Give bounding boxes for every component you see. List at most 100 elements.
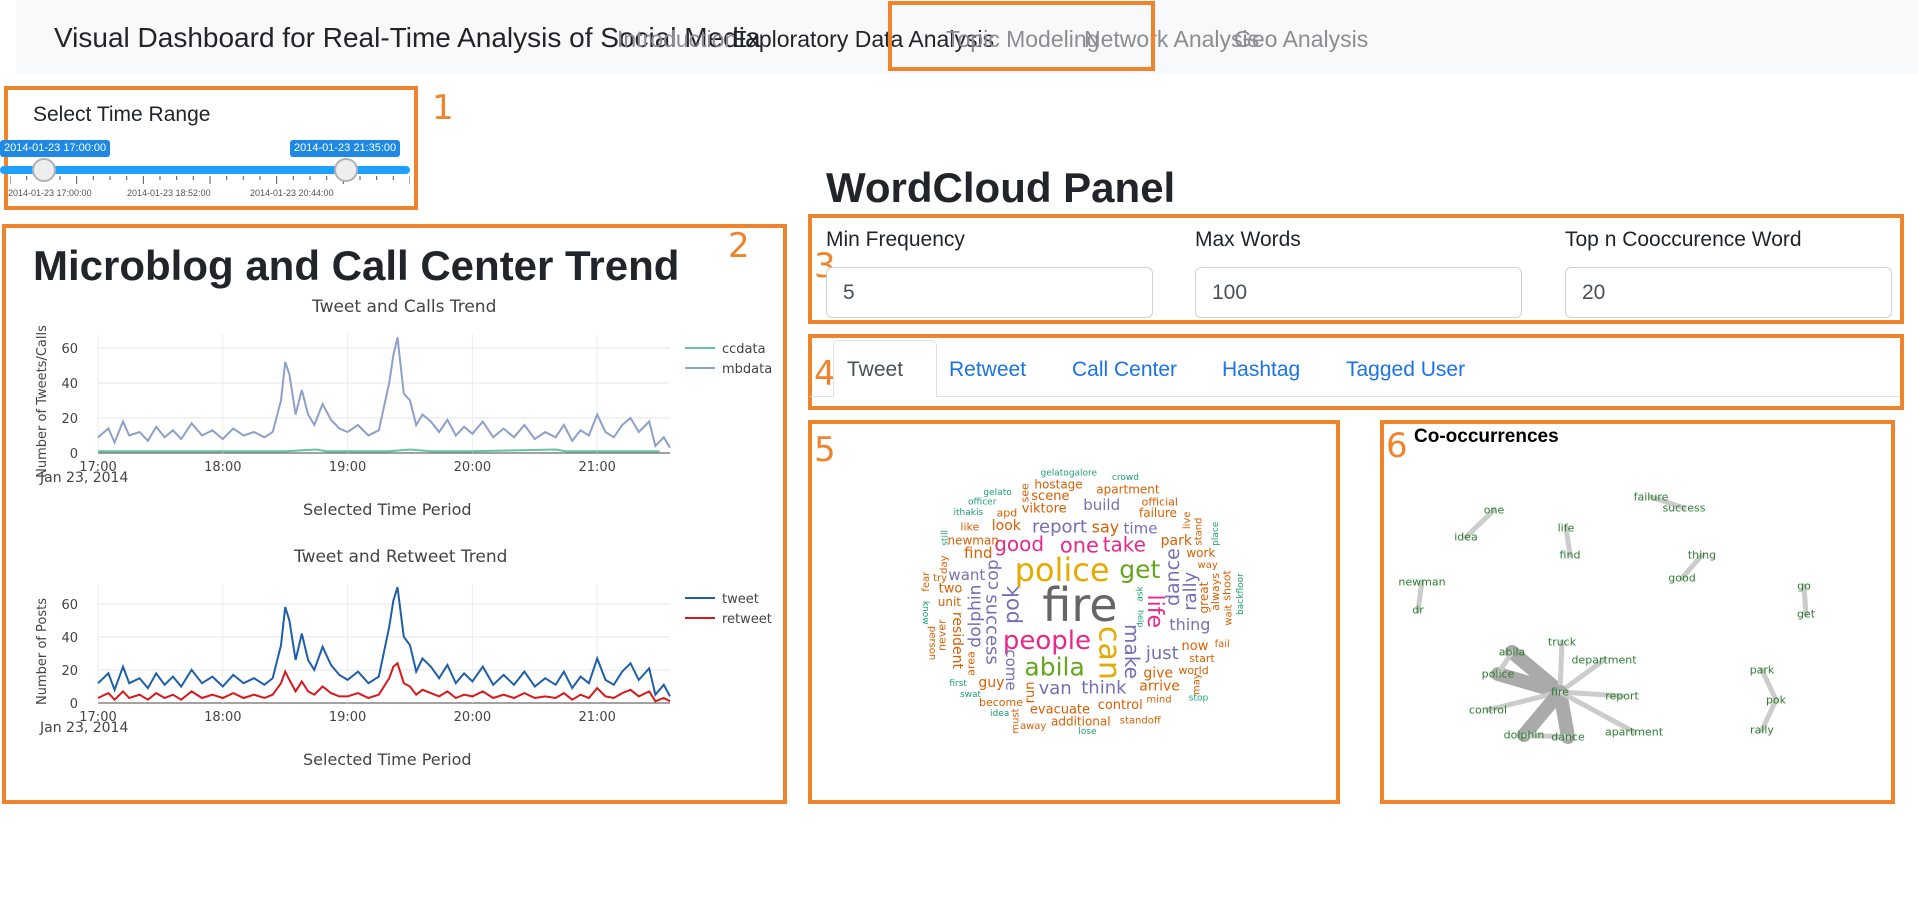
- wordcloud-word: see: [1019, 483, 1032, 502]
- wordcloud-word: apartment: [1096, 482, 1160, 496]
- series-line-mbdata: [97, 337, 671, 449]
- wordcloud-word: ithakis: [954, 508, 984, 518]
- slider-start-handle[interactable]: [32, 158, 56, 182]
- cooccurrence-node-label[interactable]: pok: [1766, 694, 1787, 707]
- wordcloud-word: unit: [938, 595, 962, 609]
- wordcloud-word: area: [965, 651, 978, 676]
- trend-date-label: Jan 23, 2014: [40, 720, 129, 736]
- x-tick-label: 19:00: [329, 460, 366, 475]
- wordcloud-word: build: [1083, 496, 1120, 514]
- cooccurrence-node-label[interactable]: fire: [1551, 686, 1569, 699]
- cooccurrence-node-label[interactable]: apartment: [1605, 726, 1664, 739]
- wordcloud-word: know: [920, 601, 930, 625]
- y-tick-label: 60: [61, 342, 78, 357]
- wordcloud-word: still: [941, 530, 951, 546]
- wordcloud-word: resident: [949, 612, 965, 670]
- slider-title: Select Time Range: [33, 103, 211, 126]
- cooccurrence-node-label[interactable]: find: [1560, 549, 1581, 562]
- cooccurrence-node-label[interactable]: life: [1558, 522, 1575, 535]
- cooccurrence-node-label[interactable]: idea: [1454, 531, 1478, 544]
- tweet-retweet-chart[interactable]: 020406017:00 18:00 19:00 20:00 21:00Number o…: [30, 570, 780, 770]
- wordcloud-word: idea: [990, 709, 1009, 719]
- min-frequency-label: Min Frequency: [826, 228, 965, 251]
- chart-title-calls: Tweet and Calls Trend: [312, 297, 497, 317]
- cooccurrence-node-label[interactable]: dr: [1412, 604, 1424, 617]
- cooccurrence-network[interactable]: oneidealifefindfailuresuccessthinggoodne…: [1384, 452, 1892, 800]
- cooccurrence-node-label[interactable]: dolphin: [1504, 729, 1545, 742]
- slider-end-handle[interactable]: [334, 158, 358, 182]
- wordcloud-word: place: [1211, 521, 1221, 546]
- legend-label: ccdata: [722, 342, 766, 357]
- cooccurrence-node-label[interactable]: one: [1484, 504, 1505, 517]
- wordcloud-word: think: [1081, 677, 1127, 698]
- cooccurrence-node-label[interactable]: truck: [1548, 636, 1577, 649]
- legend-label: tweet: [722, 592, 759, 607]
- wordcloud-word: like: [960, 521, 979, 534]
- wordcloud-word: standoff: [1120, 715, 1162, 726]
- y-tick-label: 0: [70, 447, 78, 462]
- wordcloud-word: way: [1198, 560, 1218, 571]
- x-tick-label: 21:00: [578, 710, 615, 725]
- tab-retweet[interactable]: Retweet: [949, 358, 1026, 382]
- wordcloud-word: crowd: [1112, 473, 1139, 483]
- max-words-input[interactable]: [1195, 267, 1522, 318]
- wordcloud-word: guy: [978, 675, 1004, 691]
- cooccurrence-node-label[interactable]: good: [1668, 572, 1695, 585]
- wordcloud-word: lose: [1078, 727, 1097, 737]
- cooccurrence-node-label[interactable]: report: [1605, 690, 1639, 703]
- cooccurrence-node-label[interactable]: success: [1662, 502, 1705, 515]
- wordcloud-word: hostage: [1034, 478, 1082, 492]
- wordcloud-word: cop: [983, 559, 1003, 590]
- wordcloud-word: just: [1145, 643, 1179, 664]
- cooccurrence-node-label[interactable]: dance: [1551, 731, 1585, 744]
- y-tick-label: 40: [61, 631, 78, 646]
- slider-end-tooltip: 2014-01-23 21:35:00: [290, 140, 401, 157]
- wordcloud-word: time: [1124, 519, 1158, 537]
- slider-start-tooltip: 2014-01-23 17:00:00: [0, 140, 111, 157]
- x-tick-label: 18:00: [204, 710, 241, 725]
- cooccurrence-node-label[interactable]: control: [1469, 704, 1507, 717]
- cooccurrence-node-label[interactable]: department: [1571, 654, 1637, 667]
- wordcloud-word: swat: [960, 690, 982, 700]
- y-axis-title: Number of Tweets/Calls: [35, 325, 50, 478]
- cooccurrence-node-label[interactable]: thing: [1688, 549, 1716, 562]
- tab-tagged-user[interactable]: Tagged User: [1346, 358, 1465, 382]
- x-axis-title: Selected Time Period: [303, 750, 472, 769]
- wordcloud-word: control: [1098, 698, 1143, 713]
- cooccurrence-node-label[interactable]: park: [1750, 664, 1775, 677]
- legend-label: mbdata: [722, 362, 772, 377]
- wordcloud-word: may: [1191, 673, 1202, 695]
- trend-date-label: Jan 23, 2014: [40, 470, 129, 486]
- y-axis-title: Number of Posts: [35, 598, 50, 705]
- cooccurrence-node-label[interactable]: go: [1797, 580, 1811, 593]
- cooccurrence-node-label[interactable]: get: [1797, 608, 1816, 621]
- nav-geo-analysis[interactable]: Geo Analysis: [1234, 26, 1368, 53]
- nav-introduction[interactable]: Introduction: [617, 26, 737, 53]
- wordcloud-word: arrive: [1139, 679, 1180, 695]
- tab-tweet[interactable]: Tweet: [847, 358, 903, 382]
- wordcloud-word: work: [1186, 546, 1215, 560]
- wordcloud-word: person: [926, 626, 937, 660]
- y-tick-label: 20: [61, 412, 78, 427]
- cooccurrence-node-label[interactable]: abila: [1499, 646, 1526, 659]
- y-tick-label: 20: [61, 664, 78, 679]
- y-tick-label: 0: [70, 697, 78, 712]
- wordcloud-word: gelatogalore: [1041, 468, 1098, 478]
- cooccurrence-node-label[interactable]: rally: [1750, 724, 1774, 737]
- wordcloud-word: try: [933, 573, 947, 584]
- wordcloud-word: away: [1020, 721, 1046, 732]
- annotation-number-1: 1: [432, 88, 454, 128]
- cooccurrence-node-label[interactable]: police: [1482, 668, 1515, 681]
- cooccurrence-node-label[interactable]: newman: [1398, 576, 1445, 589]
- legend-label: retweet: [722, 612, 772, 627]
- tweet-calls-chart[interactable]: 020406017:00 18:00 19:00 20:00 21:00Number o…: [30, 320, 780, 520]
- wordcloud-word: apd: [997, 506, 1018, 519]
- min-frequency-input[interactable]: [826, 267, 1153, 318]
- wordcloud-word: run: [1023, 681, 1038, 703]
- slider-tick-label: 2014-01-23 18:52:00: [127, 188, 211, 198]
- wordcloud-heading: WordCloud Panel: [826, 164, 1176, 211]
- tab-hashtag[interactable]: Hashtag: [1222, 358, 1300, 382]
- tab-call-center[interactable]: Call Center: [1072, 358, 1177, 382]
- series-line-ccdata: [98, 448, 660, 453]
- top-n-input[interactable]: [1565, 267, 1892, 318]
